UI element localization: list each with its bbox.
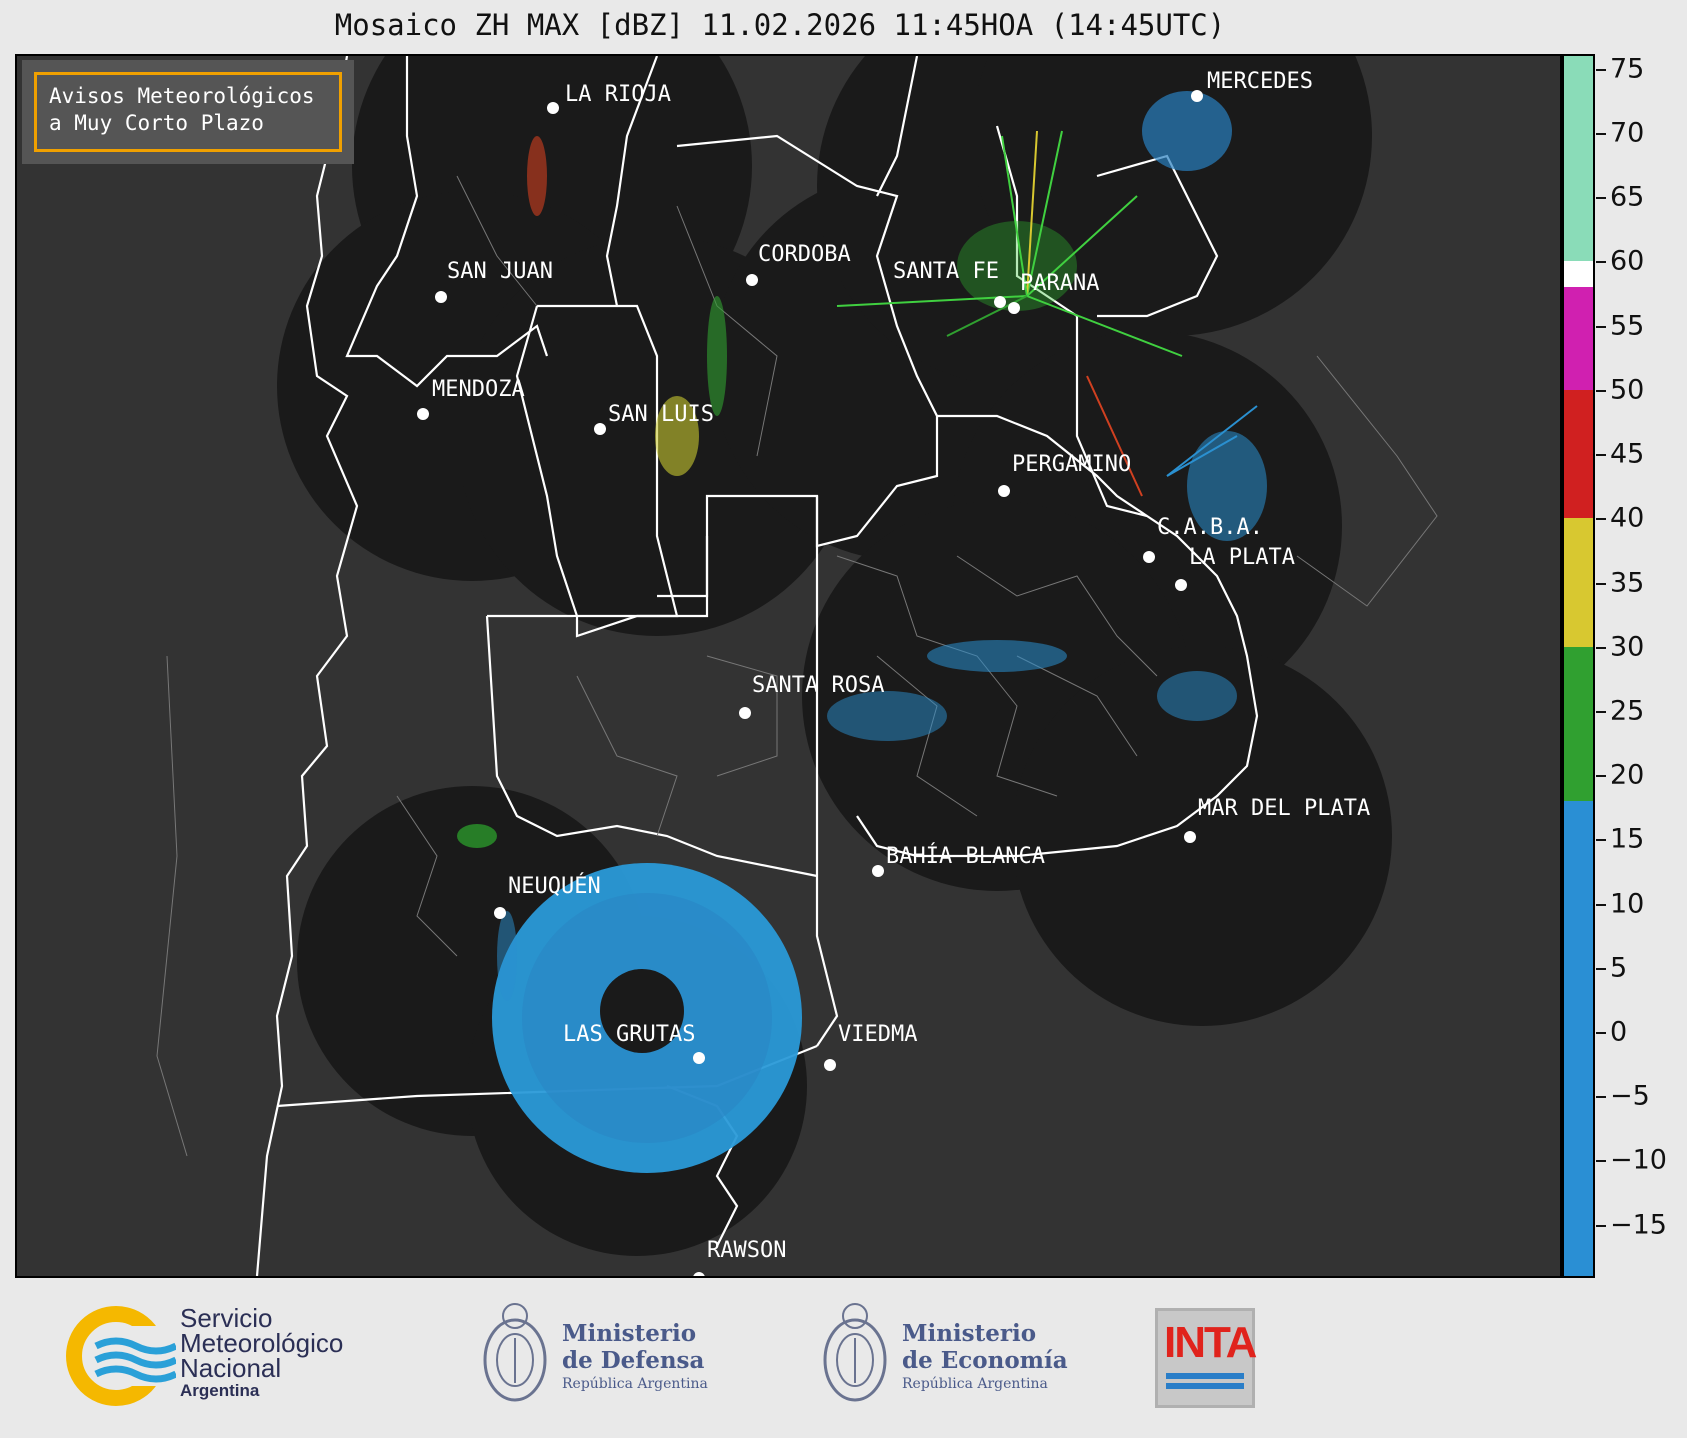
colorbar-tick <box>1596 967 1606 970</box>
colorbar-tick-label: −5 <box>1610 1080 1650 1112</box>
notice-line-2: a Muy Corto Plazo <box>49 111 264 135</box>
colorbar-tick-label: 5 <box>1610 952 1628 984</box>
map-title: Mosaico ZH MAX [dBZ] 11.02.2026 11:45HOA… <box>334 8 1226 42</box>
colorbar-band <box>1564 287 1593 390</box>
smn-line-3: Nacional <box>180 1353 282 1383</box>
city-label: C.A.B.A. <box>1157 515 1263 540</box>
city-label: SAN JUAN <box>447 259 553 284</box>
colorbar-tick <box>1596 68 1606 71</box>
city-label: VIEDMA <box>838 1022 917 1047</box>
colorbar-tick <box>1596 646 1606 649</box>
colorbar-tick <box>1596 389 1606 392</box>
colorbar-tick-label: −10 <box>1610 1144 1667 1176</box>
colorbar-band <box>1564 261 1593 288</box>
city-label: RAWSON <box>707 1238 786 1263</box>
inta-label: INTA <box>1164 1318 1257 1367</box>
colorbar-tick <box>1596 261 1606 264</box>
smn-line-4: Argentina <box>180 1381 260 1400</box>
colorbar-tick-label: −15 <box>1610 1209 1667 1241</box>
city-label: NEUQUÉN <box>508 873 601 899</box>
colorbar-tick-label: 55 <box>1610 310 1645 342</box>
colorbar-tick-label: 40 <box>1610 502 1645 534</box>
colorbar-tick-label: 25 <box>1610 695 1645 727</box>
city-label: LAS GRUTAS <box>563 1022 695 1047</box>
city-label: SAN LUIS <box>608 402 714 427</box>
notice-panel: Avisos Meteorológicos a Muy Corto Plazo <box>22 60 354 164</box>
colorbar-tick-label: 50 <box>1610 374 1645 406</box>
economia-line-3: República Argentina <box>902 1376 1048 1392</box>
city-label: CORDOBA <box>758 242 851 267</box>
colorbar <box>1562 54 1595 1278</box>
defensa-line-3: República Argentina <box>562 1376 708 1392</box>
city-label: PARANA <box>1020 271 1099 296</box>
colorbar-tick <box>1596 1032 1606 1034</box>
defensa-logo: Ministerio de Defensa República Argentin… <box>480 1298 720 1418</box>
colorbar-tick <box>1596 1160 1606 1163</box>
colorbar-band <box>1564 800 1593 1276</box>
smn-logo: Servicio Meteorológico Nacional Argentin… <box>66 1305 396 1406</box>
colorbar-tick <box>1596 710 1606 713</box>
city-label: MENDOZA <box>432 377 525 402</box>
colorbar-tick-label: 15 <box>1610 823 1645 855</box>
colorbar-tick-label: 0 <box>1610 1016 1628 1048</box>
colorbar-tick <box>1596 454 1606 457</box>
economia-logo: Ministerio de Economía República Argenti… <box>820 1298 1080 1418</box>
city-label: SANTA FE <box>893 259 999 284</box>
colorbar-tick-label: 65 <box>1610 181 1645 213</box>
colorbar-tick-label: 20 <box>1610 759 1645 791</box>
colorbar-tick <box>1596 518 1606 521</box>
map-canvas: LA RIOJA MERCEDES SAN JUAN CORDOBA SANTA… <box>156 56 1438 1276</box>
defensa-line-2: de Defensa <box>562 1347 705 1374</box>
colorbar-ticks: 75 70 65 60 55 50 45 40 35 30 25 20 15 10 5 0 −5 −10 −15 <box>1596 53 1686 1278</box>
city-label: MERCEDES <box>1207 69 1313 94</box>
city-label: LA RIOJA <box>565 82 671 107</box>
coat-of-arms-icon <box>823 1303 887 1402</box>
city-label: LA PLATA <box>1189 545 1295 570</box>
smn-emblem-icon <box>66 1306 176 1406</box>
colorbar-band <box>1564 56 1593 262</box>
colorbar-tick <box>1596 582 1606 585</box>
colorbar-tick-label: 30 <box>1610 631 1645 663</box>
colorbar-tick-label: 10 <box>1610 888 1645 920</box>
short-term-warnings-link[interactable]: Avisos Meteorológicos a Muy Corto Plazo <box>34 72 342 152</box>
colorbar-band <box>1564 389 1593 519</box>
colorbar-tick <box>1596 775 1606 778</box>
economia-line-1: Ministerio <box>902 1320 1037 1347</box>
colorbar-tick <box>1596 1224 1606 1227</box>
colorbar-tick-label: 60 <box>1610 245 1645 277</box>
notice-line-1: Avisos Meteorológicos <box>49 84 315 108</box>
inta-logo: INTA <box>1155 1308 1257 1408</box>
city-label: PERGAMINO <box>1012 452 1131 477</box>
economia-line-2: de Economía <box>902 1347 1068 1374</box>
las-grutas-echo-ring <box>492 863 802 1173</box>
colorbar-tick <box>1596 839 1606 842</box>
city-label: BAHÍA BLANCA <box>886 843 1045 869</box>
radar-map[interactable]: LA RIOJA MERCEDES SAN JUAN CORDOBA SANTA… <box>15 54 1562 1278</box>
colorbar-band <box>1564 646 1593 801</box>
colorbar-tick <box>1596 325 1606 328</box>
colorbar-tick <box>1596 903 1606 906</box>
city-label: MAR DEL PLATA <box>1198 796 1370 821</box>
colorbar-tick <box>1596 197 1606 200</box>
coat-of-arms-icon <box>483 1303 547 1402</box>
colorbar-tick-label: 35 <box>1610 567 1645 599</box>
colorbar-tick-label: 75 <box>1610 53 1645 85</box>
defensa-line-1: Ministerio <box>562 1320 697 1347</box>
colorbar-band <box>1564 518 1593 647</box>
radar-coverage <box>277 56 1392 1256</box>
footer-logos: Servicio Meteorológico Nacional Argentin… <box>0 1280 1687 1438</box>
city-label: SANTA ROSA <box>752 673 884 698</box>
colorbar-tick-label: 70 <box>1610 117 1645 149</box>
colorbar-tick-label: 45 <box>1610 438 1645 470</box>
colorbar-tick <box>1596 1096 1606 1099</box>
colorbar-tick <box>1596 133 1606 136</box>
